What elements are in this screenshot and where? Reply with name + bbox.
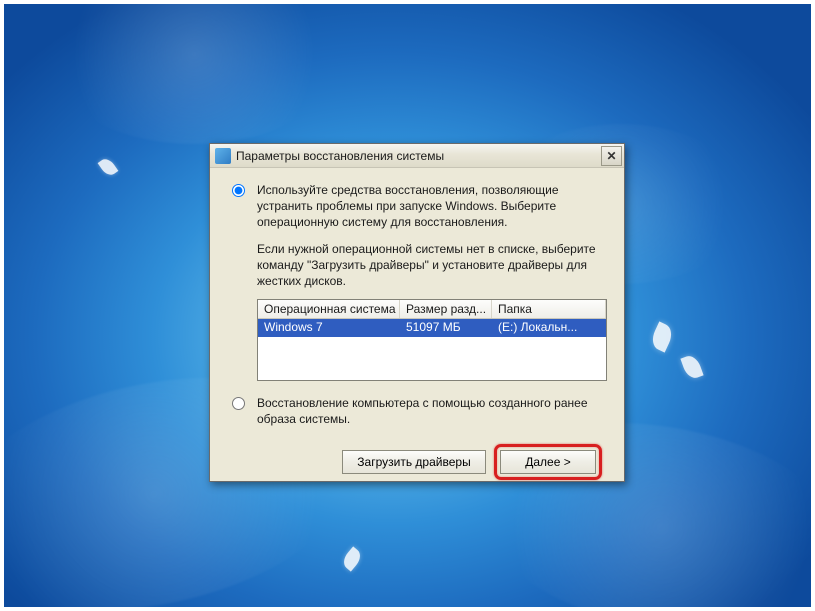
titlebar[interactable]: Параметры восстановления системы ✕ (210, 144, 624, 168)
cell-size: 51097 МБ (400, 319, 492, 337)
option-use-recovery-tools[interactable]: Используйте средства восстановления, поз… (232, 182, 606, 231)
dialog-title: Параметры восстановления системы (236, 149, 601, 163)
app-icon (215, 148, 231, 164)
drivers-note: Если нужной операционной системы нет в с… (257, 241, 606, 290)
option2-text: Восстановление компьютера с помощью созд… (257, 395, 606, 427)
recovery-options-dialog: Параметры восстановления системы ✕ Испол… (209, 143, 625, 482)
close-button[interactable]: ✕ (601, 146, 622, 166)
os-table[interactable]: Операционная система Размер разд... Папк… (257, 299, 607, 381)
button-row: Загрузить драйверы Далее > (232, 444, 602, 480)
option-system-image[interactable]: Восстановление компьютера с помощью созд… (232, 395, 606, 427)
desktop-background: Параметры восстановления системы ✕ Испол… (4, 4, 811, 607)
table-header: Операционная система Размер разд... Папк… (258, 300, 606, 319)
next-button[interactable]: Далее > (500, 450, 596, 474)
close-icon: ✕ (606, 149, 616, 163)
col-folder[interactable]: Папка (492, 300, 606, 318)
col-os[interactable]: Операционная система (258, 300, 400, 318)
next-highlight: Далее > (494, 444, 602, 480)
col-size[interactable]: Размер разд... (400, 300, 492, 318)
cell-folder: (E:) Локальн... (492, 319, 606, 337)
table-row[interactable]: Windows 7 51097 МБ (E:) Локальн... (258, 319, 606, 337)
cell-os: Windows 7 (258, 319, 400, 337)
dialog-body: Используйте средства восстановления, поз… (210, 168, 624, 492)
option1-text: Используйте средства восстановления, поз… (257, 182, 606, 231)
radio-system-image[interactable] (232, 397, 245, 410)
load-drivers-button[interactable]: Загрузить драйверы (342, 450, 486, 474)
radio-recovery-tools[interactable] (232, 184, 245, 197)
